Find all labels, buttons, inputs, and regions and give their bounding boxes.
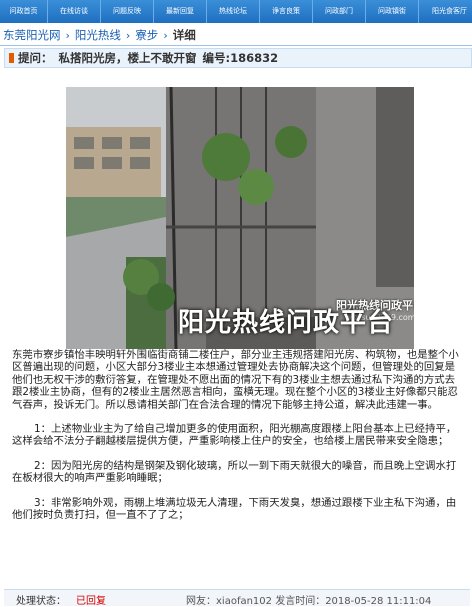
breadcrumb-hotline[interactable]: 阳光热线 [75,27,121,43]
divider [0,45,472,46]
breadcrumb-separator-icon: › [163,28,168,42]
post-title-bar: 提问： 私搭阳光房，楼上不敢开窗 编号:186832 [4,48,472,68]
nav-item-suggestions[interactable]: 诤言良策 [260,0,313,23]
content-item-2: 2：因为阳光房的结构是钢架及钢化玻璃，所以一到下雨天就很大的噪音，而且晚上空调水… [12,459,457,485]
post-content: 东莞市寮步镇怡丰映明轩外围临街商铺二楼住户，部分业主违规搭建阳光房、构筑物，也是… [12,349,460,521]
watermark-large: 阳光热线问政平台 [178,308,395,338]
content-intro: 东莞市寮步镇怡丰映明轩外围临街商铺二楼住户，部分业主违规搭建阳光房、构筑物，也是… [12,349,459,411]
nav-item-report[interactable]: 问题反映 [101,0,154,23]
breadcrumb-town[interactable]: 寮步 [135,27,158,43]
nav-item-latest-reply[interactable]: 最新回复 [154,0,207,23]
content-item-3: 3：非常影响外观，雨棚上堆满垃圾无人清理，下雨天发臭，想通过跟楼下业主私下沟通，… [12,496,457,522]
post-id: 编号:186832 [202,51,279,65]
breadcrumb-current: 详细 [172,28,196,42]
post-title: 私搭阳光房，楼上不敢开窗 [58,51,197,65]
breadcrumb-separator-icon: › [65,28,70,42]
breadcrumb-site[interactable]: 东莞阳光网 [3,27,61,43]
breadcrumb-separator-icon: › [125,28,131,42]
bullet-icon [9,53,14,63]
nav-item-departments[interactable]: 问政部门 [313,0,366,23]
content-item-1: 1：上述物业业主为了给自己增加更多的使用面积，阳光棚高度跟楼上阳台基本上已经持平… [12,423,457,448]
post-footer: 处理状态： 已回复 网友：xiaofan102 发言时间：2018-05-28 … [4,589,470,607]
nav-item-food[interactable]: 阳光食客厅 [419,0,472,23]
nav-item-towns[interactable]: 问政镇街 [366,0,419,23]
nav-item-forum[interactable]: 热线论坛 [207,0,260,23]
nav-item-interview[interactable]: 在线访谈 [48,0,101,23]
nav-item-home[interactable]: 问政首页 [0,0,48,23]
question-label: 提问： [18,51,53,65]
breadcrumb: 东莞阳光网 › 阳光热线 › 寮步 › 详细 [3,27,196,43]
top-nav: 问政首页 在线访谈 问题反映 最新回复 热线论坛 诤言良策 问政部门 问政镇街 … [0,0,472,23]
